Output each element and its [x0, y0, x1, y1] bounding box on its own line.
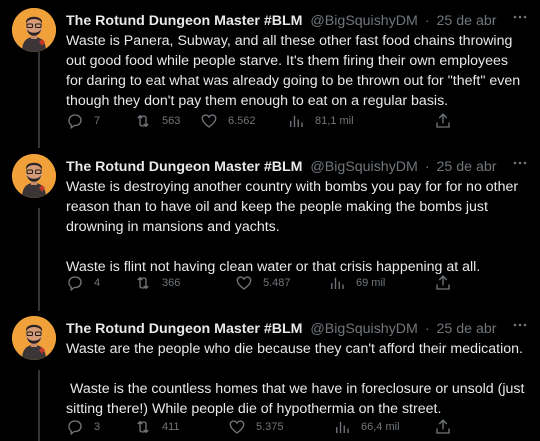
reply-count: 3: [94, 421, 101, 433]
views-chart-icon: [336, 421, 349, 433]
like-button[interactable]: 6.562: [200, 111, 256, 131]
reply-icon: [68, 276, 82, 292]
more-horizontal-icon[interactable]: [510, 315, 530, 335]
share-icon: [436, 275, 450, 290]
retweet-count: 366: [162, 277, 181, 289]
tweet[interactable]: The Rotund Dungeon Master #BLM @BigSquis…: [0, 313, 540, 441]
tweet-text: Waste are the people who die because the…: [66, 339, 528, 419]
tweet-date[interactable]: 25 de abr: [437, 321, 497, 337]
reply-count: 7: [94, 115, 101, 127]
tweet[interactable]: The Rotund Dungeon Master #BLM @BigSquis…: [0, 151, 540, 301]
heart-icon: [236, 276, 252, 290]
separator: ·: [424, 13, 430, 29]
views-chart-icon: [331, 277, 344, 289]
tweet-header: The Rotund Dungeon Master #BLM @BigSquis…: [66, 319, 510, 339]
like-count: 5.487: [263, 277, 291, 289]
retweet-count: 411: [162, 421, 180, 433]
retweet-icon: [137, 420, 149, 434]
like-button[interactable]: 5.375: [228, 417, 284, 437]
avatar[interactable]: [12, 316, 56, 360]
author-handle[interactable]: @BigSquishyDM: [310, 159, 417, 175]
author-handle[interactable]: @BigSquishyDM: [310, 321, 417, 337]
tweet-paragraph: Waste is destroying another country with…: [66, 179, 523, 235]
tweet-text: Waste is Panera, Subway, and all these o…: [66, 31, 528, 111]
heart-icon: [229, 420, 245, 434]
share-icon: [436, 419, 450, 434]
tweet-paragraph: Waste is Panera, Subway, and all these o…: [66, 33, 525, 109]
tweet-header: The Rotund Dungeon Master #BLM @BigSquis…: [66, 11, 510, 31]
retweet-button[interactable]: 411: [134, 417, 180, 437]
avatar[interactable]: [12, 8, 56, 52]
reply-icon: [68, 114, 82, 130]
tweet-date[interactable]: 25 de abr: [437, 13, 497, 29]
reply-button[interactable]: 4: [66, 273, 100, 293]
separator: ·: [424, 321, 430, 337]
avatar[interactable]: [12, 154, 56, 198]
views-button[interactable]: 69 mil: [328, 273, 385, 293]
like-count: 5.375: [256, 421, 284, 433]
views-count: 66,4 mil: [361, 421, 400, 433]
share-button[interactable]: [434, 273, 452, 293]
views-button[interactable]: 66,4 mil: [333, 417, 400, 437]
action-bar: 7 563 6.562 81,1 mil: [66, 111, 466, 131]
reply-button[interactable]: 7: [66, 111, 100, 131]
author-name[interactable]: The Rotund Dungeon Master #BLM: [66, 159, 302, 175]
share-icon: [436, 113, 450, 128]
retweet-icon: [137, 114, 149, 128]
tweet-header: The Rotund Dungeon Master #BLM @BigSquis…: [66, 157, 510, 177]
more-horizontal-icon[interactable]: [510, 7, 530, 27]
reply-icon: [68, 420, 82, 436]
retweet-button[interactable]: 563: [134, 111, 180, 131]
retweet-icon: [137, 276, 149, 290]
reply-count: 4: [94, 277, 101, 289]
retweet-button[interactable]: 366: [134, 273, 180, 293]
views-count: 81,1 mil: [315, 115, 354, 127]
retweet-count: 563: [162, 115, 181, 127]
separator: ·: [424, 159, 430, 175]
views-chart-icon: [290, 115, 303, 127]
tweet-paragraph: Waste are the people who die because the…: [66, 341, 523, 357]
author-handle[interactable]: @BigSquishyDM: [310, 13, 417, 29]
views-button[interactable]: 81,1 mil: [287, 111, 354, 131]
like-button[interactable]: 5.487: [235, 273, 291, 293]
tweet-date[interactable]: 25 de abr: [437, 159, 497, 175]
share-button[interactable]: [434, 417, 452, 437]
author-name[interactable]: The Rotund Dungeon Master #BLM: [66, 321, 302, 337]
tweet-text: Waste is destroying another country with…: [66, 177, 528, 277]
more-horizontal-icon[interactable]: [510, 153, 530, 173]
action-bar: 4 366 5.487 69 mil: [66, 273, 466, 293]
author-name[interactable]: The Rotund Dungeon Master #BLM: [66, 13, 302, 29]
like-count: 6.562: [228, 115, 256, 127]
tweet[interactable]: The Rotund Dungeon Master #BLM @BigSquis…: [0, 5, 540, 133]
share-button[interactable]: [434, 111, 452, 131]
reply-button[interactable]: 3: [66, 417, 100, 437]
tweet-paragraph: Waste is the countless homes that we hav…: [66, 381, 529, 417]
heart-icon: [201, 114, 217, 128]
action-bar: 3 411 5.375 66,4 mil: [66, 417, 466, 437]
views-count: 69 mil: [356, 277, 386, 289]
